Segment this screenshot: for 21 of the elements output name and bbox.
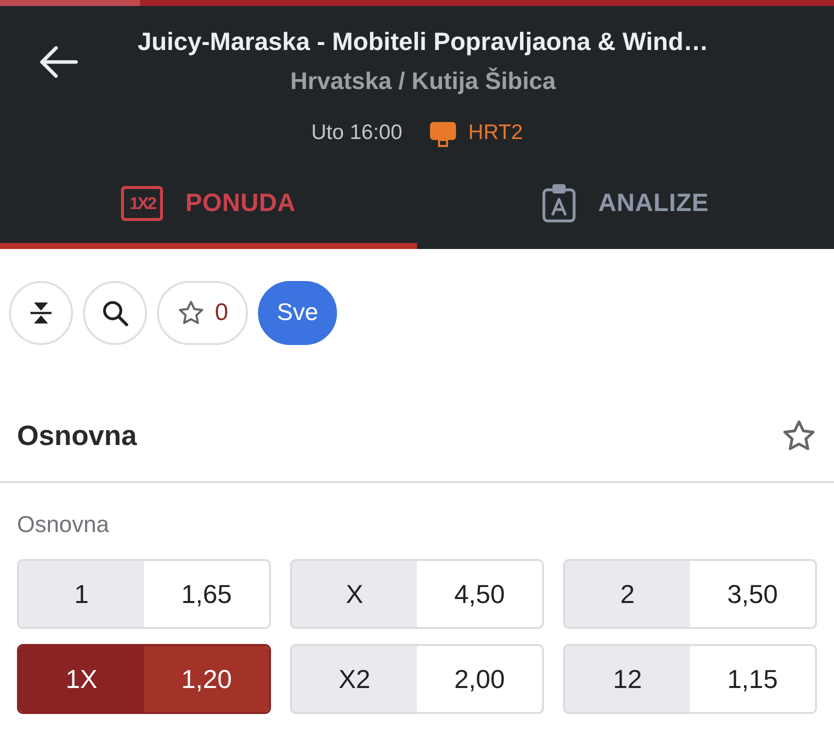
- filter-chip[interactable]: Sve: [258, 281, 337, 345]
- tv-icon: [430, 122, 456, 147]
- favorites-button[interactable]: 0: [157, 281, 248, 345]
- star-icon: [176, 299, 205, 327]
- group-title: Osnovna: [16, 510, 110, 539]
- odds-button[interactable]: 1X 1,20: [17, 644, 271, 714]
- search-icon: [101, 299, 129, 327]
- odds-button[interactable]: 2 3,50: [563, 559, 817, 629]
- tv-channel: HRT2: [468, 121, 523, 145]
- event-subtitle: Hrvatska / Kutija Šibica: [289, 67, 557, 97]
- odds-button[interactable]: X 4,50: [290, 559, 544, 629]
- odds-badge-icon: 1X2: [121, 186, 164, 220]
- event-title: Juicy-Maraska - Mobiteli Popravljaona & Wind…: [136, 27, 710, 57]
- odds-button[interactable]: 12 1,15: [563, 644, 817, 714]
- back-arrow-icon: [38, 45, 78, 79]
- event-time: Uto 16:00: [311, 121, 402, 145]
- odds-button[interactable]: X2 2,00: [290, 644, 544, 714]
- clipboard-icon: [542, 183, 576, 223]
- odds-button[interactable]: 1 1,65: [17, 559, 271, 629]
- market-title: Osnovna: [17, 420, 137, 452]
- tab[interactable]: ANALIZE: [417, 155, 834, 249]
